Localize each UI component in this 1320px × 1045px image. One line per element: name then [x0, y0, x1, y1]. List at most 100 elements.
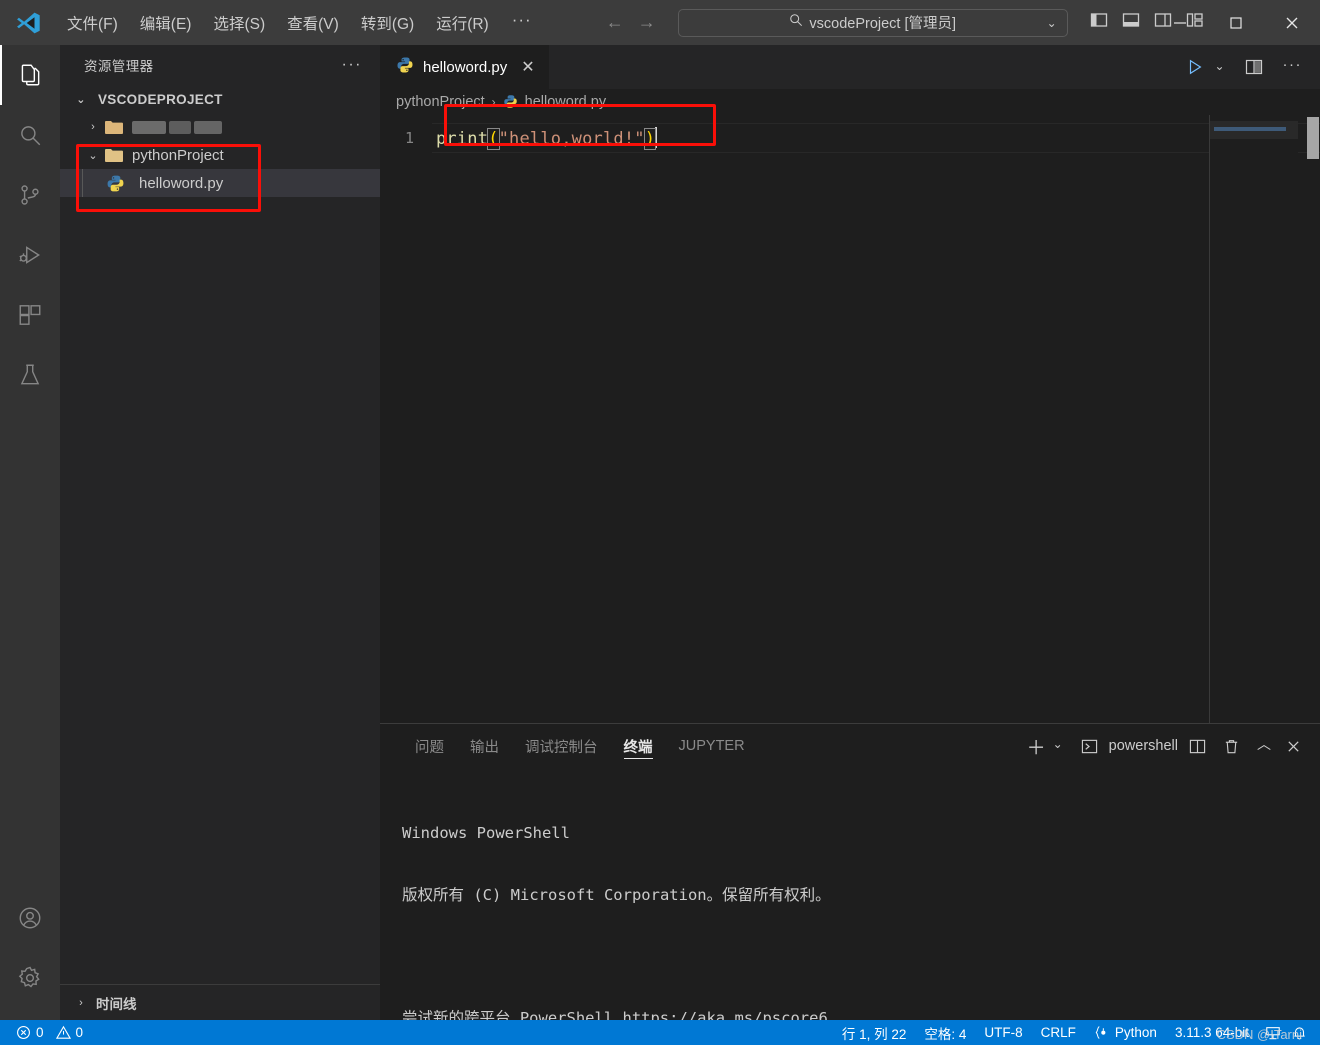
- activity-extensions[interactable]: [0, 285, 60, 345]
- toggle-primary-sidebar-icon[interactable]: [1090, 11, 1108, 34]
- close-panel-button[interactable]: [1279, 739, 1308, 754]
- code-editor[interactable]: 1 print("hello,world!"): [380, 115, 1320, 723]
- go-back-icon[interactable]: ←: [606, 12, 624, 33]
- breadcrumb-separator: ›: [491, 95, 496, 109]
- go-forward-icon[interactable]: →: [638, 12, 656, 33]
- editor-group: helloword.py ✕ ⌄ ··· pythonProject › hel…: [380, 45, 1320, 723]
- maximize-button[interactable]: [1208, 0, 1264, 45]
- chevron-right-icon[interactable]: ›: [82, 121, 104, 133]
- search-icon: [789, 13, 803, 32]
- chevron-down-icon[interactable]: ⌄: [70, 93, 92, 106]
- status-eol[interactable]: CRLF: [1032, 1020, 1085, 1045]
- menu-selection[interactable]: 选择(S): [202, 8, 276, 38]
- editor-vertical-scrollbar[interactable]: [1306, 115, 1320, 723]
- sidebar-title: 资源管理器: [84, 59, 154, 74]
- breadcrumb-file[interactable]: helloword.py: [525, 94, 606, 110]
- new-terminal-button[interactable]: ＋: [1020, 733, 1053, 760]
- toggle-panel-icon[interactable]: [1122, 11, 1140, 34]
- sidebar-more-actions-button[interactable]: ···: [342, 56, 362, 74]
- code-line-1: 1 print("hello,world!"): [380, 123, 1320, 153]
- panel-tab-jupyter[interactable]: JUPYTER: [666, 724, 758, 768]
- code-text[interactable]: print("hello,world!"): [436, 127, 658, 150]
- title-bar: 文件(F) 编辑(E) 选择(S) 查看(V) 转到(G) 运行(R) ··· …: [0, 0, 1320, 45]
- error-circle-icon: [16, 1025, 31, 1041]
- timeline-section[interactable]: › 时间线: [60, 984, 380, 1020]
- explorer-root-folder[interactable]: ⌄ VSCODEPROJECT: [60, 85, 380, 113]
- run-python-file-button[interactable]: [1178, 58, 1212, 76]
- python-brace-icon: [1094, 1025, 1110, 1041]
- token-string: "hello,world!": [498, 129, 645, 149]
- activity-settings[interactable]: [0, 948, 60, 1008]
- folder-open-icon: [104, 147, 124, 163]
- menu-go[interactable]: 转到(G): [350, 8, 425, 38]
- navigation-arrows: ← →: [606, 12, 656, 33]
- activity-source-control[interactable]: [0, 165, 60, 225]
- status-language-label: Python: [1114, 1025, 1157, 1040]
- tree-folder-redacted[interactable]: ›: [60, 113, 380, 141]
- activity-accounts[interactable]: [0, 888, 60, 948]
- status-bar-left: 0 0: [0, 1020, 92, 1045]
- tree-folder-redacted-label: [132, 120, 222, 134]
- minimize-button[interactable]: [1152, 0, 1208, 45]
- status-remote-button[interactable]: [1258, 1020, 1288, 1045]
- token-function: print: [436, 129, 489, 149]
- quick-input-search-box[interactable]: vscodeProject [管理员] ⌄: [677, 8, 1068, 37]
- menu-overflow-button[interactable]: ···: [500, 8, 544, 38]
- status-encoding[interactable]: UTF-8: [975, 1020, 1031, 1045]
- run-options-chevron-down-icon[interactable]: ⌄: [1212, 59, 1230, 76]
- activity-search[interactable]: [0, 105, 60, 165]
- panel-tab-terminal[interactable]: 终端: [611, 724, 666, 768]
- explorer-root-label: VSCODEPROJECT: [98, 91, 223, 107]
- status-notifications-bell[interactable]: [1288, 1020, 1316, 1045]
- menu-edit[interactable]: 编辑(E): [129, 8, 203, 38]
- new-terminal-chevron-down-icon[interactable]: ⌄: [1053, 737, 1069, 755]
- chevron-down-icon[interactable]: ⌄: [1047, 16, 1057, 30]
- terminal-powershell-icon[interactable]: [1069, 738, 1105, 755]
- panel-tab-output[interactable]: 输出: [457, 724, 512, 768]
- terminal-shell-name[interactable]: powershell: [1109, 738, 1178, 754]
- split-editor-button[interactable]: [1231, 58, 1271, 76]
- tree-indent-guide: [82, 169, 83, 197]
- panel-tab-problems[interactable]: 问题: [402, 724, 457, 768]
- breadcrumb-folder[interactable]: pythonProject: [396, 94, 485, 110]
- scrollbar-thumb[interactable]: [1307, 117, 1319, 159]
- status-problems[interactable]: 0 0: [16, 1020, 92, 1045]
- close-icon[interactable]: ✕: [521, 57, 534, 77]
- activity-explorer[interactable]: [0, 45, 60, 105]
- status-language-mode[interactable]: Python: [1085, 1020, 1166, 1045]
- editor-tab-label: helloword.py: [423, 58, 508, 76]
- editor-tab-helloword[interactable]: helloword.py ✕: [380, 45, 550, 89]
- status-python-interpreter[interactable]: 3.11.3 64-bit: [1166, 1020, 1258, 1045]
- vscode-logo-icon: [0, 0, 56, 45]
- menu-run[interactable]: 运行(R): [425, 8, 500, 38]
- close-button[interactable]: [1264, 0, 1320, 45]
- kill-terminal-button[interactable]: [1213, 738, 1247, 755]
- activity-bar: [0, 45, 60, 1020]
- split-terminal-button[interactable]: [1182, 738, 1213, 755]
- panel-tab-debug-console[interactable]: 调试控制台: [512, 724, 611, 768]
- warning-triangle-icon: [55, 1025, 71, 1041]
- chevron-down-icon[interactable]: ⌄: [82, 149, 104, 162]
- chevron-right-icon[interactable]: ›: [70, 997, 92, 1009]
- panel-actions: ＋ ⌄ powershell ︿: [1020, 724, 1308, 768]
- status-indentation[interactable]: 空格: 4: [915, 1020, 975, 1045]
- token-open-paren: (: [487, 128, 500, 150]
- tree-folder-pythonproject[interactable]: ⌄ pythonProject: [60, 141, 380, 169]
- minimap[interactable]: [1210, 115, 1298, 723]
- bottom-panel: 问题 输出 调试控制台 终端 JUPYTER ＋ ⌄ powershell ︿: [380, 723, 1320, 1027]
- menu-view[interactable]: 查看(V): [276, 8, 350, 38]
- more-editor-actions-button[interactable]: ···: [1271, 56, 1311, 79]
- breadcrumb: pythonProject › helloword.py: [380, 89, 1320, 115]
- activity-run-debug[interactable]: [0, 225, 60, 285]
- terminal-line: Windows PowerShell: [402, 824, 570, 842]
- menu-file[interactable]: 文件(F): [56, 8, 129, 38]
- activity-testing[interactable]: [0, 345, 60, 405]
- status-cursor-position[interactable]: 行 1, 列 22: [833, 1020, 916, 1045]
- terminal-output[interactable]: Windows PowerShell 版权所有 (C) Microsoft Co…: [380, 768, 1320, 1045]
- maximize-panel-button[interactable]: ︿: [1247, 734, 1279, 758]
- tree-file-helloword[interactable]: helloword.py: [60, 169, 380, 197]
- text-cursor: [655, 127, 658, 148]
- folder-icon: [104, 119, 124, 135]
- minimap-code-line: [1214, 127, 1286, 131]
- panel-tab-bar: 问题 输出 调试控制台 终端 JUPYTER ＋ ⌄ powershell ︿: [380, 724, 1320, 768]
